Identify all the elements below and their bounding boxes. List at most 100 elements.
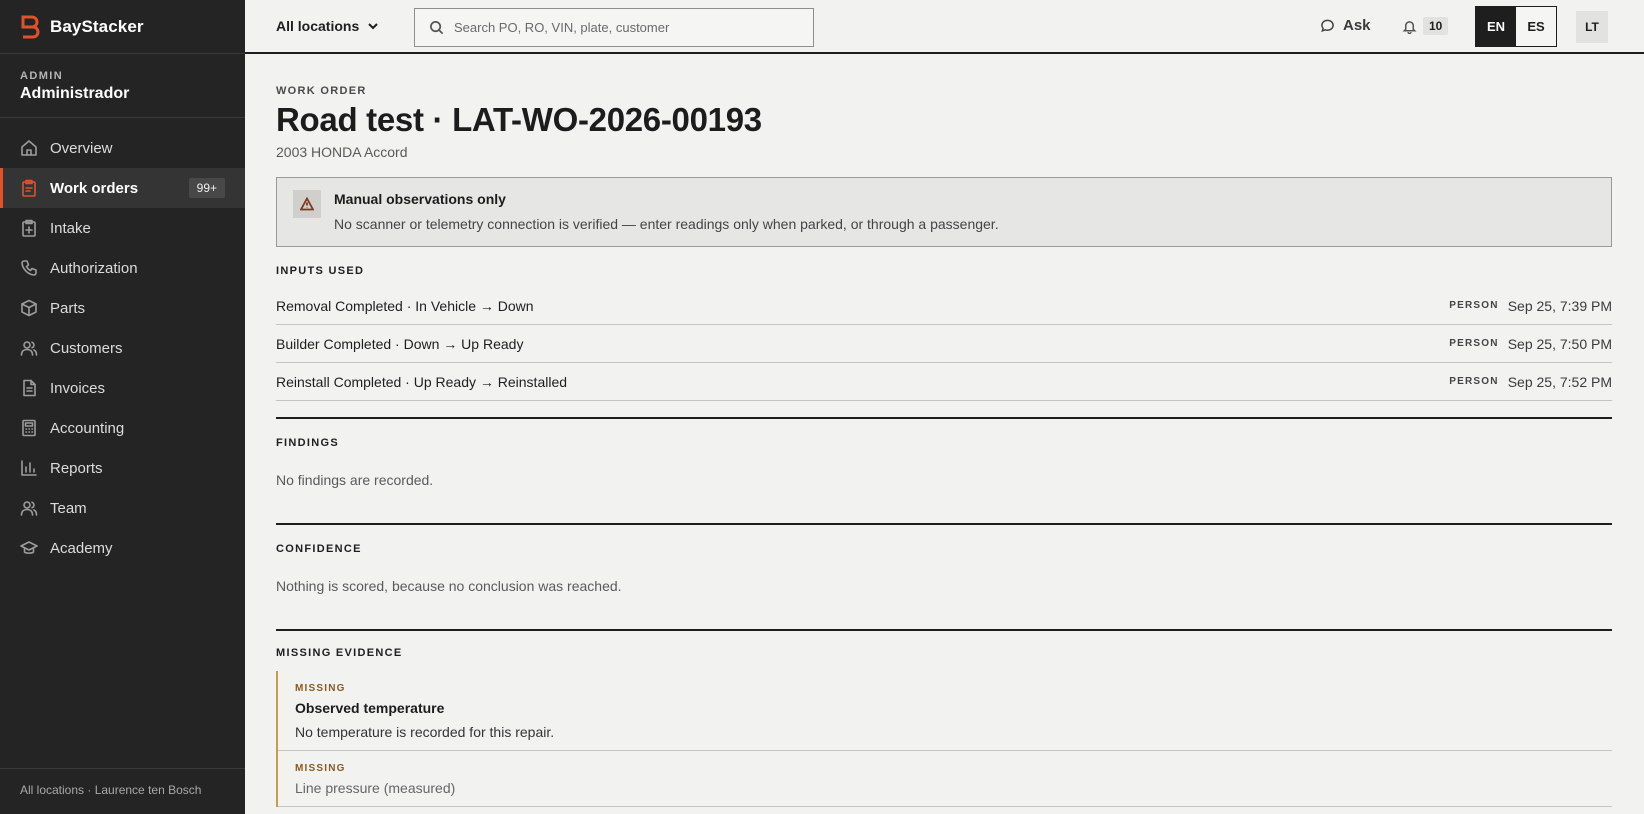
box-icon bbox=[20, 299, 38, 317]
missing-evidence-item[interactable]: MISSING Observed temperature No temperat… bbox=[278, 671, 1612, 751]
missing-evidence-heading: MISSING EVIDENCE bbox=[276, 647, 403, 659]
input-source-tag: PERSON bbox=[1449, 338, 1499, 349]
topbar: All locations Ask 10 EN ES LT bbox=[245, 0, 1644, 54]
search-icon bbox=[430, 21, 444, 35]
sidebar-item-label: Work orders bbox=[50, 179, 139, 197]
sidebar-item-label: Authorization bbox=[50, 259, 138, 277]
inputs-heading: INPUTS USED bbox=[276, 265, 365, 277]
input-source-tag: PERSON bbox=[1449, 300, 1499, 311]
sidebar-item-parts[interactable]: Parts bbox=[0, 288, 245, 328]
role-tag: ADMIN bbox=[20, 70, 64, 82]
input-label: Builder Completed · Down → Up Ready bbox=[276, 335, 524, 352]
sidebar-item-invoices[interactable]: Invoices bbox=[0, 368, 245, 408]
sidebar-item-academy[interactable]: Academy bbox=[0, 528, 245, 568]
confidence-text: Nothing is scored, because no conclusion… bbox=[276, 578, 622, 594]
bell-icon bbox=[1402, 20, 1417, 34]
graduation-cap-icon bbox=[20, 539, 38, 557]
findings-text: No findings are recorded. bbox=[276, 472, 434, 488]
sidebar-item-label: Overview bbox=[50, 139, 113, 157]
sidebar-footer: All locations · Laurence ten Bosch bbox=[0, 768, 245, 814]
sidebar-item-team[interactable]: Team bbox=[0, 488, 245, 528]
sidebar-item-label: Parts bbox=[50, 299, 86, 317]
confidence-heading: CONFIDENCE bbox=[276, 543, 362, 555]
findings-section: FINDINGS No findings are recorded. bbox=[276, 417, 1612, 523]
page-eyebrow: WORK ORDER bbox=[276, 85, 367, 97]
sidebar-item-customers[interactable]: Customers bbox=[0, 328, 245, 368]
search-input[interactable] bbox=[454, 20, 794, 35]
sidebar-item-work-orders[interactable]: Work orders 99+ bbox=[0, 168, 245, 208]
warning-icon bbox=[293, 190, 321, 218]
sidebar-item-label: Customers bbox=[50, 339, 123, 357]
clipboard-icon bbox=[20, 179, 38, 197]
language-es-button[interactable]: ES bbox=[1516, 7, 1556, 46]
input-meta: PERSON Sep 25, 7:39 PM bbox=[1449, 298, 1612, 314]
clipboard-plus-icon bbox=[20, 219, 38, 237]
missing-tag: MISSING bbox=[295, 683, 346, 694]
input-source-tag: PERSON bbox=[1449, 376, 1499, 387]
ask-label: Ask bbox=[1343, 17, 1371, 34]
language-en-button[interactable]: EN bbox=[1476, 7, 1516, 46]
manual-observations-callout: Manual observations only No scanner or t… bbox=[276, 177, 1612, 247]
missing-tag: MISSING bbox=[295, 763, 346, 774]
location-label: All locations bbox=[276, 18, 360, 34]
sidebar-item-label: Accounting bbox=[50, 419, 125, 437]
brand-name: BayStacker bbox=[50, 16, 144, 36]
role-name: Administrador bbox=[20, 85, 130, 102]
sidebar-item-label: Academy bbox=[50, 539, 113, 557]
sidebar-item-label: Invoices bbox=[50, 379, 106, 397]
avatar[interactable]: LT bbox=[1576, 11, 1608, 43]
language-toggle: EN ES bbox=[1475, 6, 1557, 47]
file-icon bbox=[20, 379, 38, 397]
calculator-icon bbox=[20, 419, 38, 437]
input-label: Removal Completed · In Vehicle → Down bbox=[276, 297, 534, 314]
notification-count-badge: 10 bbox=[1423, 17, 1449, 35]
users-icon bbox=[20, 339, 38, 357]
home-icon bbox=[20, 139, 38, 157]
sidebar-item-overview[interactable]: Overview bbox=[0, 128, 245, 168]
missing-title: Line pressure (measured) bbox=[295, 780, 456, 796]
page-title: Road test · LAT-WO-2026-00193 bbox=[276, 101, 762, 138]
confidence-section: CONFIDENCE Nothing is scored, because no… bbox=[276, 523, 1612, 629]
vehicle-subtitle: 2003 HONDA Accord bbox=[276, 144, 408, 160]
missing-evidence-list: MISSING Observed temperature No temperat… bbox=[276, 671, 1612, 807]
ask-button[interactable]: Ask bbox=[1320, 17, 1371, 34]
input-meta: PERSON Sep 25, 7:52 PM bbox=[1449, 374, 1612, 390]
sidebar-item-reports[interactable]: Reports bbox=[0, 448, 245, 488]
location-selector[interactable]: All locations bbox=[276, 18, 379, 34]
input-meta: PERSON Sep 25, 7:50 PM bbox=[1449, 336, 1612, 352]
missing-title: Observed temperature bbox=[295, 700, 445, 716]
input-label: Reinstall Completed · Up Ready → Reinsta… bbox=[276, 373, 568, 390]
bar-chart-icon bbox=[20, 459, 38, 477]
sidebar-item-intake[interactable]: Intake bbox=[0, 208, 245, 248]
sidebar-item-authorization[interactable]: Authorization bbox=[0, 248, 245, 288]
input-row[interactable]: Removal Completed · In Vehicle → Down PE… bbox=[276, 287, 1612, 325]
input-timestamp: Sep 25, 7:52 PM bbox=[1507, 373, 1612, 390]
sidebar-item-label: Intake bbox=[50, 219, 91, 237]
callout-body: No scanner or telemetry connection is ve… bbox=[334, 216, 999, 232]
notifications-button[interactable]: 10 bbox=[1402, 17, 1449, 35]
team-icon bbox=[20, 499, 38, 517]
callout-title: Manual observations only bbox=[334, 191, 506, 207]
chat-bubble-icon bbox=[1321, 19, 1334, 33]
input-row[interactable]: Reinstall Completed · Up Ready → Reinsta… bbox=[276, 363, 1612, 401]
chevron-down-icon bbox=[368, 23, 378, 30]
findings-heading: FINDINGS bbox=[276, 437, 339, 449]
missing-evidence-section: MISSING EVIDENCE MISSING Observed temper… bbox=[276, 629, 1612, 807]
sidebar-nav: Overview Work orders 99+ Intake Authoriz… bbox=[0, 118, 245, 568]
sidebar-item-label: Reports bbox=[50, 459, 103, 477]
sidebar: BayStacker ADMIN Administrador Overview … bbox=[0, 0, 245, 814]
sidebar-item-label: Team bbox=[50, 499, 87, 517]
input-row[interactable]: Builder Completed · Down → Up Ready PERS… bbox=[276, 325, 1612, 363]
search-box[interactable] bbox=[414, 8, 814, 47]
inputs-list: Removal Completed · In Vehicle → Down PE… bbox=[276, 287, 1612, 401]
missing-evidence-item[interactable]: MISSING Line pressure (measured) bbox=[278, 751, 1612, 807]
work-orders-count-badge: 99+ bbox=[188, 178, 225, 198]
account-role: ADMIN Administrador bbox=[0, 54, 245, 118]
phone-icon bbox=[20, 259, 38, 277]
input-timestamp: Sep 25, 7:39 PM bbox=[1507, 297, 1612, 314]
missing-description: No temperature is recorded for this repa… bbox=[295, 724, 555, 740]
input-timestamp: Sep 25, 7:50 PM bbox=[1507, 335, 1612, 352]
sidebar-item-accounting[interactable]: Accounting bbox=[0, 408, 245, 448]
brand[interactable]: BayStacker bbox=[0, 0, 245, 54]
baystacker-logo-icon bbox=[21, 15, 40, 38]
